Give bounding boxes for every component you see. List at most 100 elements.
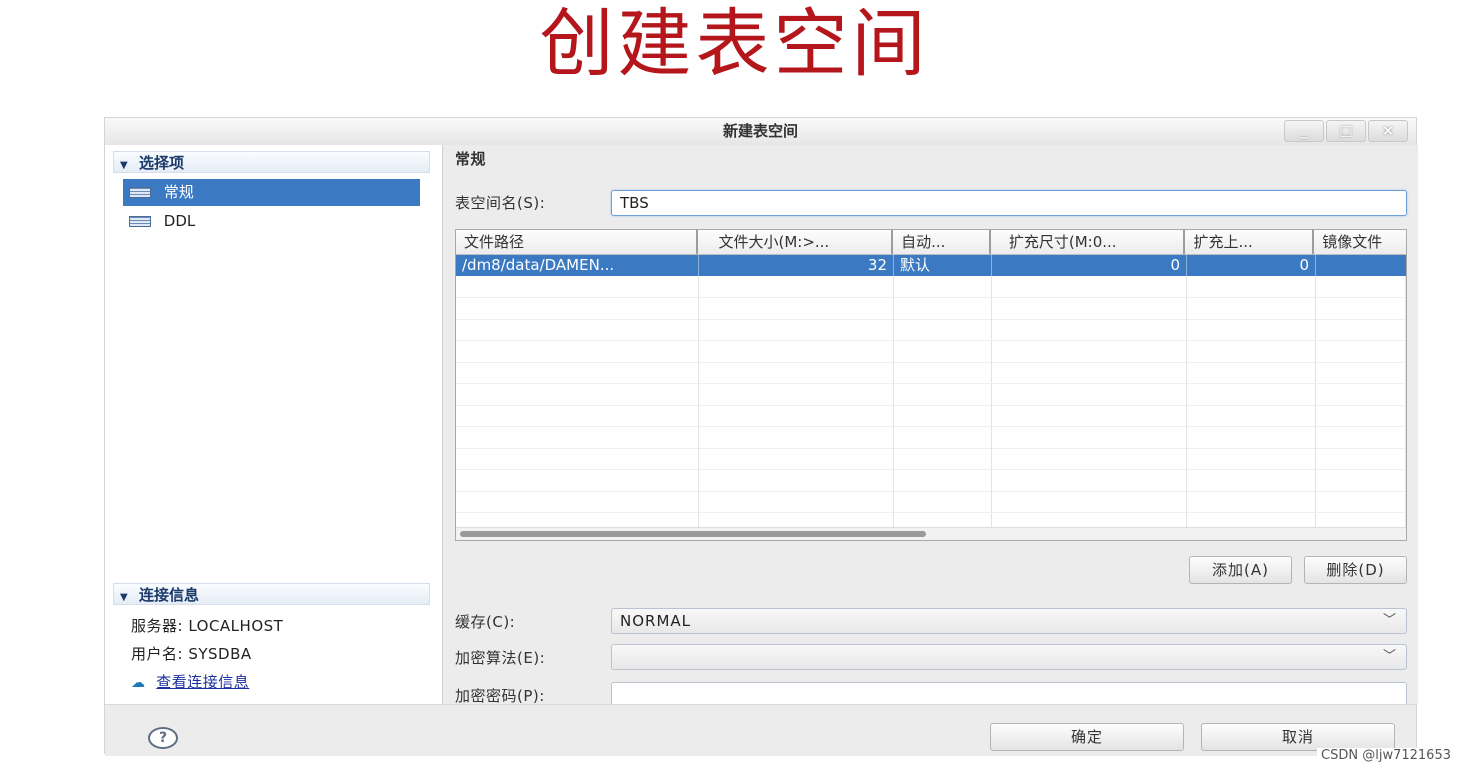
- right-pane: 常规 表空间名(S): 文件路径 文件大小(M:>... 自动... 扩充尺寸(…: [443, 145, 1418, 708]
- cache-label: 缓存(C):: [455, 613, 516, 631]
- empty-cell: [1187, 448, 1316, 469]
- column-header[interactable]: 文件路径: [456, 230, 699, 254]
- table-cell: 0: [1187, 255, 1316, 276]
- column-header[interactable]: 镜像文件: [1314, 230, 1406, 254]
- empty-cell: [456, 405, 699, 426]
- add-button[interactable]: 添加(A): [1189, 556, 1292, 584]
- table-cell: 0: [992, 255, 1187, 276]
- empty-cell: [456, 362, 699, 383]
- empty-table-row: [456, 405, 1406, 427]
- scrollbar-thumb[interactable]: [460, 531, 926, 537]
- empty-cell: [1316, 383, 1406, 405]
- empty-cell: [699, 469, 894, 491]
- empty-cell: [1316, 426, 1406, 448]
- empty-table-row: [456, 469, 1406, 492]
- column-header[interactable]: 扩充上...: [1185, 230, 1315, 254]
- empty-cell: [699, 340, 894, 362]
- empty-table-row: [456, 276, 1406, 298]
- empty-cell: [1187, 319, 1316, 340]
- tablespace-name-label: 表空间名(S):: [455, 194, 546, 212]
- empty-cell: [894, 448, 992, 469]
- empty-cell: [1316, 319, 1406, 340]
- collapse-triangle-icon: ▼: [120, 160, 128, 171]
- empty-cell: [1316, 340, 1406, 362]
- empty-cell: [456, 340, 699, 362]
- table-cell: 32: [699, 255, 894, 276]
- minimize-button[interactable]: _: [1284, 120, 1324, 142]
- empty-cell: [992, 405, 1187, 426]
- user-info: 用户名: SYSDBA: [131, 645, 252, 663]
- empty-cell: [1316, 469, 1406, 491]
- empty-cell: [894, 491, 992, 512]
- window-controls: _ □ ×: [1282, 120, 1408, 142]
- empty-cell: [699, 319, 894, 340]
- empty-cell: [894, 340, 992, 362]
- connection-section-header[interactable]: ▼ 连接信息: [113, 583, 430, 605]
- column-header[interactable]: 扩充尺寸(M:0...: [991, 230, 1186, 254]
- empty-cell: [1187, 383, 1316, 405]
- new-tablespace-dialog: 新建表空间 _ □ × ▼ 选择项 常规 DDL ▼ 连接信息 服务器: LOC…: [104, 117, 1418, 756]
- dialog-footer: ? 确定 取消: [105, 704, 1416, 756]
- select-section-header[interactable]: ▼ 选择项: [113, 151, 430, 173]
- page-headline: 创建表空间: [539, 1, 930, 87]
- tablespace-name-input[interactable]: [611, 190, 1407, 216]
- empty-cell: [456, 448, 699, 469]
- empty-table-row: [456, 319, 1406, 341]
- empty-cell: [992, 469, 1187, 491]
- server-info: 服务器: LOCALHOST: [131, 617, 284, 635]
- column-header[interactable]: 文件大小(M:>...: [698, 230, 894, 254]
- empty-cell: [894, 469, 992, 491]
- empty-table-row: [456, 491, 1406, 513]
- nav-item-ddl[interactable]: DDL: [123, 208, 420, 235]
- close-button[interactable]: ×: [1368, 120, 1408, 142]
- empty-cell: [992, 276, 1187, 297]
- ok-button[interactable]: 确定: [990, 723, 1184, 751]
- empty-cell: [456, 383, 699, 405]
- nav-item-general[interactable]: 常规: [123, 179, 420, 206]
- dialog-title: 新建表空间: [722, 122, 798, 140]
- empty-cell: [1316, 362, 1406, 383]
- table-cell: /dm8/data/DAMEN...: [456, 255, 699, 276]
- empty-cell: [992, 448, 1187, 469]
- cache-select[interactable]: NORMAL ﹀: [611, 608, 1407, 634]
- empty-cell: [992, 297, 1187, 319]
- empty-cell: [894, 319, 992, 340]
- view-connection-info: ☁ 查看连接信息: [131, 672, 249, 693]
- list-icon: [129, 187, 151, 198]
- empty-cell: [1187, 469, 1316, 491]
- empty-cell: [1316, 491, 1406, 512]
- empty-cell: [699, 383, 894, 405]
- dialog-titlebar: 新建表空间 _ □ ×: [105, 118, 1416, 145]
- column-header[interactable]: 自动...: [893, 230, 991, 254]
- empty-table-row: [456, 448, 1406, 470]
- maximize-button[interactable]: □: [1326, 120, 1366, 142]
- delete-button[interactable]: 删除(D): [1304, 556, 1407, 584]
- empty-cell: [1187, 340, 1316, 362]
- empty-cell: [894, 362, 992, 383]
- cancel-button[interactable]: 取消: [1201, 723, 1395, 751]
- collapse-triangle-icon: ▼: [120, 592, 128, 603]
- empty-cell: [992, 426, 1187, 448]
- section-title: 常规: [455, 150, 487, 168]
- empty-cell: [894, 426, 992, 448]
- empty-cell: [1187, 276, 1316, 297]
- empty-cell: [456, 297, 699, 319]
- empty-cell: [992, 319, 1187, 340]
- view-connection-link[interactable]: 查看连接信息: [156, 673, 249, 691]
- empty-cell: [699, 491, 894, 512]
- empty-cell: [992, 362, 1187, 383]
- cache-value: NORMAL: [620, 612, 692, 630]
- empty-cell: [699, 405, 894, 426]
- table-cell: [1316, 255, 1406, 276]
- empty-table-row: [456, 426, 1406, 449]
- left-pane: ▼ 选择项 常规 DDL ▼ 连接信息 服务器: LOCALHOST 用户名: …: [105, 145, 443, 704]
- horizontal-scrollbar[interactable]: [456, 527, 1406, 540]
- question-icon[interactable]: ?: [148, 727, 178, 749]
- empty-cell: [1316, 448, 1406, 469]
- empty-cell: [1187, 405, 1316, 426]
- empty-table-row: [456, 297, 1406, 320]
- empty-table-row: [456, 362, 1406, 384]
- empty-cell: [894, 276, 992, 297]
- table-row[interactable]: /dm8/data/DAMEN... 32 默认 0 0: [456, 255, 1406, 276]
- encrypt-algorithm-select[interactable]: ﹀: [611, 644, 1407, 670]
